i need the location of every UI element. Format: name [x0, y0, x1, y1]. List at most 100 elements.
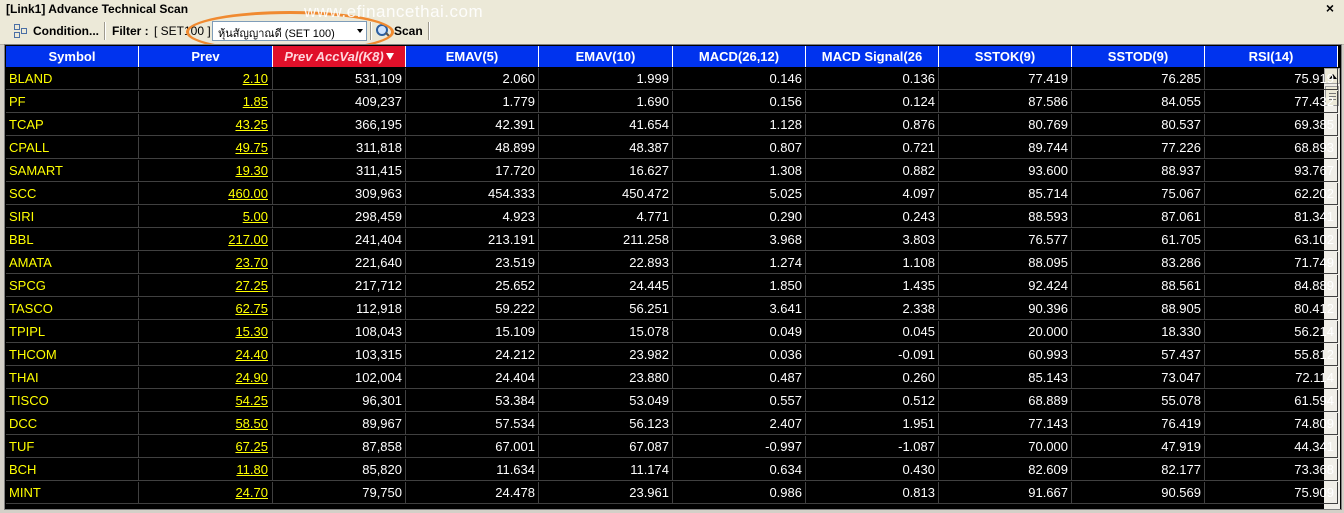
- table-row[interactable]: TPIPL 15.30 108,043 15.109 15.078 0.049 0.045 2…: [6, 321, 1338, 344]
- prev-link[interactable]: 27.25: [139, 275, 273, 297]
- table-row[interactable]: TASCO 62.75 112,918 59.222 56.251 3.641 2.338 9…: [6, 298, 1338, 321]
- value-cell: 1.308: [673, 160, 806, 182]
- symbol-cell: SPCG: [6, 275, 139, 297]
- column-header-2[interactable]: Prev AccVal(K8): [273, 46, 406, 67]
- value-cell: 56.123: [539, 413, 673, 435]
- table-row[interactable]: TCAP 43.25 366,195 42.391 41.654 1.128 0.876 80…: [6, 114, 1338, 137]
- value-cell: 93.600: [939, 160, 1072, 182]
- table-row[interactable]: BCH 11.80 85,820 11.634 11.174 0.634 0.430 82.6…: [6, 459, 1338, 482]
- table-row[interactable]: PF 1.85 409,237 1.779 1.690 0.156 0.124 87.586 8…: [6, 91, 1338, 114]
- value-cell: 2.407: [673, 413, 806, 435]
- column-header-label: Prev AccVal(K8): [284, 49, 384, 64]
- value-cell: 88.095: [939, 252, 1072, 274]
- prev-link[interactable]: 67.25: [139, 436, 273, 458]
- table-row[interactable]: THAI 24.90 102,004 24.404 23.880 0.487 0.260 85…: [6, 367, 1338, 390]
- value-cell: 531,109: [273, 68, 406, 90]
- value-cell: 60.993: [939, 344, 1072, 366]
- value-cell: 0.049: [673, 321, 806, 343]
- column-header-7[interactable]: SSTOK(9): [939, 46, 1072, 67]
- value-cell: 44.341: [1205, 436, 1338, 458]
- close-icon[interactable]: ×: [1326, 0, 1334, 16]
- column-header-3[interactable]: EMAV(5): [406, 46, 539, 67]
- column-header-0[interactable]: Symbol: [6, 46, 139, 67]
- value-cell: 88.561: [1072, 275, 1205, 297]
- value-cell: 63.102: [1205, 229, 1338, 251]
- value-cell: 23.961: [539, 482, 673, 504]
- scan-results-grid: Symbol Prev Prev AccVal(K8) EMAV(5) EMAV(10)…: [4, 44, 1342, 510]
- column-header-4[interactable]: EMAV(10): [539, 46, 673, 67]
- table-row[interactable]: CPALL 49.75 311,818 48.899 48.387 0.807 0.721 8…: [6, 137, 1338, 160]
- table-row[interactable]: THCOM 24.40 103,315 24.212 23.982 0.036 -0.091…: [6, 344, 1338, 367]
- column-header-5[interactable]: MACD(26,12): [673, 46, 806, 67]
- prev-link[interactable]: 217.00: [139, 229, 273, 251]
- table-row[interactable]: BBL 217.00 241,404 213.191 211.258 3.968 3.803…: [6, 229, 1338, 252]
- prev-link[interactable]: 58.50: [139, 413, 273, 435]
- value-cell: 0.876: [806, 114, 939, 136]
- prev-link[interactable]: 43.25: [139, 114, 273, 136]
- prev-link[interactable]: 11.80: [139, 459, 273, 481]
- value-cell: 309,963: [273, 183, 406, 205]
- value-cell: 17.720: [406, 160, 539, 182]
- prev-link[interactable]: 1.85: [139, 91, 273, 113]
- value-cell: 77.143: [939, 413, 1072, 435]
- prev-link[interactable]: 24.90: [139, 367, 273, 389]
- prev-link[interactable]: 2.10: [139, 68, 273, 90]
- table-row[interactable]: SCC 460.00 309,963 454.333 450.472 5.025 4.097…: [6, 183, 1338, 206]
- value-cell: 0.290: [673, 206, 806, 228]
- value-cell: 61.594: [1205, 390, 1338, 412]
- value-cell: 76.419: [1072, 413, 1205, 435]
- column-header-1[interactable]: Prev: [139, 46, 273, 67]
- symbol-cell: BBL: [6, 229, 139, 251]
- value-cell: 102,004: [273, 367, 406, 389]
- prev-link[interactable]: 24.70: [139, 482, 273, 504]
- prev-link[interactable]: 19.30: [139, 160, 273, 182]
- column-header-6[interactable]: MACD Signal(26: [806, 46, 939, 67]
- value-cell: 89.744: [939, 137, 1072, 159]
- table-row[interactable]: BLAND 2.10 531,109 2.060 1.999 0.146 0.136 77.4…: [6, 68, 1338, 91]
- prev-link[interactable]: 24.40: [139, 344, 273, 366]
- prev-link[interactable]: 49.75: [139, 137, 273, 159]
- table-row[interactable]: SPCG 27.25 217,712 25.652 24.445 1.850 1.435 92…: [6, 275, 1338, 298]
- prev-link[interactable]: 460.00: [139, 183, 273, 205]
- value-cell: 73.368: [1205, 459, 1338, 481]
- value-cell: 77.432: [1205, 91, 1338, 113]
- symbol-cell: TISCO: [6, 390, 139, 412]
- column-header-8[interactable]: SSTOD(9): [1072, 46, 1205, 67]
- value-cell: 11.174: [539, 459, 673, 481]
- prev-link[interactable]: 5.00: [139, 206, 273, 228]
- column-header-label: Prev: [191, 49, 220, 64]
- value-cell: 56.251: [539, 298, 673, 320]
- value-cell: 24.404: [406, 367, 539, 389]
- value-cell: 61.705: [1072, 229, 1205, 251]
- condition-button[interactable]: Condition...: [14, 21, 99, 40]
- value-cell: -1.087: [806, 436, 939, 458]
- table-row[interactable]: DCC 58.50 89,967 57.534 56.123 2.407 1.951 77.1…: [6, 413, 1338, 436]
- value-cell: 88.593: [939, 206, 1072, 228]
- table-row[interactable]: MINT 24.70 79,750 24.478 23.961 0.986 0.813 91.…: [6, 482, 1338, 505]
- table-row[interactable]: SIRI 5.00 298,459 4.923 4.771 0.290 0.243 88.59…: [6, 206, 1338, 229]
- value-cell: 80.769: [939, 114, 1072, 136]
- prev-link[interactable]: 15.30: [139, 321, 273, 343]
- symbol-cell: MINT: [6, 482, 139, 504]
- table-row[interactable]: TUF 67.25 87,858 67.001 67.087 -0.997 -1.087 70…: [6, 436, 1338, 459]
- value-cell: 11.634: [406, 459, 539, 481]
- table-row[interactable]: TISCO 54.25 96,301 53.384 53.049 0.557 0.512 68…: [6, 390, 1338, 413]
- table-row[interactable]: SAMART 19.30 311,415 17.720 16.627 1.308 0.882…: [6, 160, 1338, 183]
- value-cell: 57.437: [1072, 344, 1205, 366]
- symbol-cell: AMATA: [6, 252, 139, 274]
- value-cell: 84.889: [1205, 275, 1338, 297]
- value-cell: 1.690: [539, 91, 673, 113]
- watermark: www.efinancethai.com: [304, 2, 484, 21]
- value-cell: 23.982: [539, 344, 673, 366]
- table-row[interactable]: AMATA 23.70 221,640 23.519 22.893 1.274 1.108 8…: [6, 252, 1338, 275]
- value-cell: 57.534: [406, 413, 539, 435]
- column-header-9[interactable]: RSI(14): [1205, 46, 1338, 67]
- prev-link[interactable]: 62.75: [139, 298, 273, 320]
- value-cell: 3.968: [673, 229, 806, 251]
- prev-link[interactable]: 23.70: [139, 252, 273, 274]
- value-cell: 0.813: [806, 482, 939, 504]
- prev-link[interactable]: 54.25: [139, 390, 273, 412]
- value-cell: 311,818: [273, 137, 406, 159]
- value-cell: 87,858: [273, 436, 406, 458]
- value-cell: 76.285: [1072, 68, 1205, 90]
